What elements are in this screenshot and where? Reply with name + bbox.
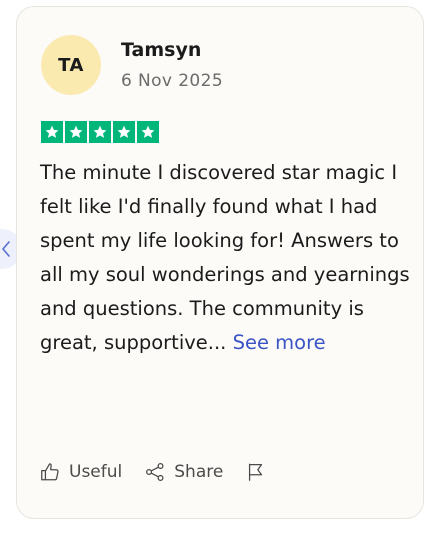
see-more-link[interactable]: See more [233, 331, 326, 354]
review-date: 6 Nov 2025 [121, 71, 224, 91]
flag-icon [249, 463, 263, 481]
useful-button[interactable]: Useful [39, 461, 122, 483]
chevron-left-icon [2, 241, 10, 257]
reviewer-name[interactable]: Tamsyn [121, 39, 201, 61]
star-rating [41, 121, 159, 143]
star-icon [65, 121, 87, 143]
share-label: Share [174, 462, 224, 482]
share-button[interactable]: Share [144, 461, 223, 483]
avatar: TA [41, 35, 101, 95]
review-actions: Useful Share [39, 457, 289, 487]
review-card: TA Tamsyn 6 Nov 2025 The minute I discov… [16, 6, 424, 519]
star-icon [137, 121, 159, 143]
review-text: The minute I discovered star magic I fel… [40, 156, 412, 360]
thumbs-up-icon [41, 463, 59, 481]
review-body: The minute I discovered star magic I fel… [40, 161, 410, 354]
star-icon [41, 121, 63, 143]
star-icon [89, 121, 111, 143]
share-icon [146, 463, 164, 481]
report-button[interactable] [245, 461, 267, 483]
star-icon [113, 121, 135, 143]
review-carousel: TA Tamsyn 6 Nov 2025 The minute I discov… [0, 0, 440, 533]
useful-label: Useful [69, 462, 123, 482]
avatar-initials: TA [58, 54, 84, 76]
